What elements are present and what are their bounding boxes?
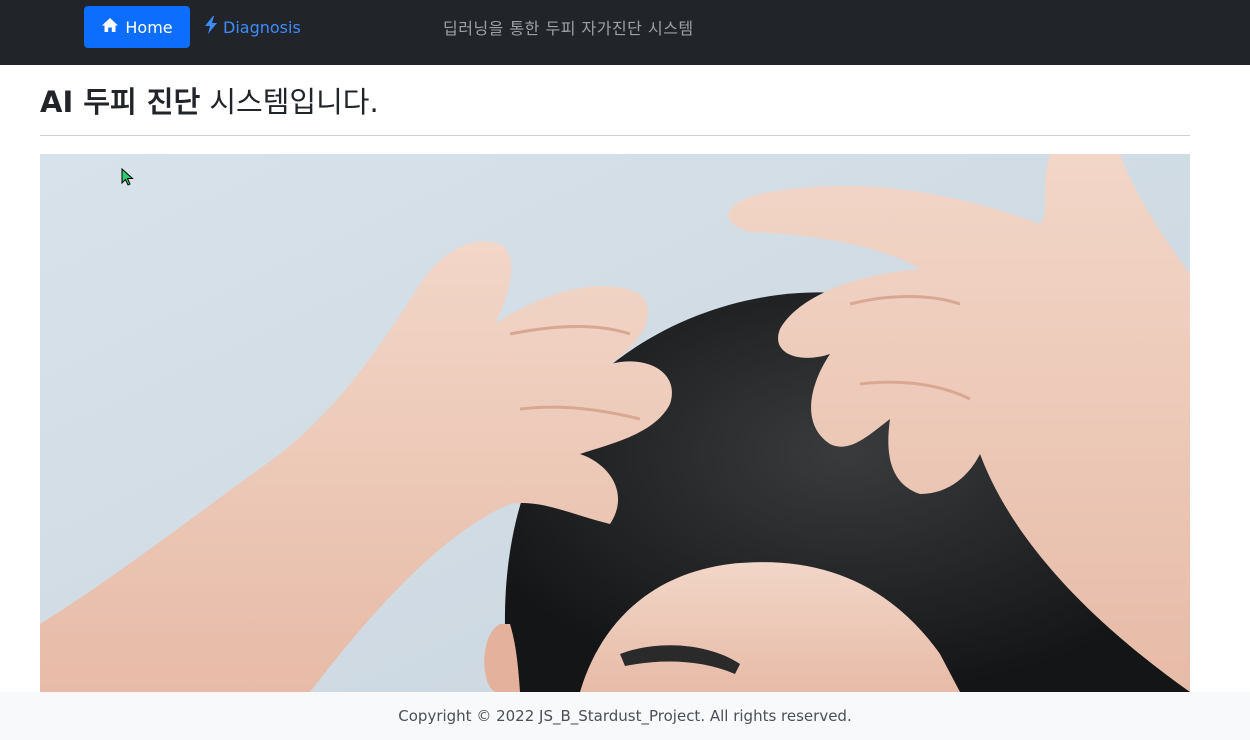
page-title-rest: 시스템입니다. (200, 85, 379, 119)
hero-image (40, 154, 1190, 692)
home-nav-label: Home (125, 17, 173, 37)
navbar-brand-text: 딥러닝을 통한 두피 자가진단 시스템 (443, 19, 694, 38)
diagnosis-nav-link[interactable]: Diagnosis (204, 6, 301, 48)
mouse-pointer-icon (121, 167, 135, 190)
footer: Copyright © 2022 JS_B_Stardust_Project. … (0, 692, 1250, 740)
page-title-bold: AI 두피 진단 (40, 85, 201, 119)
lightning-icon (204, 16, 218, 38)
title-divider (40, 135, 1190, 136)
top-navbar: Home Diagnosis 딥러닝을 통한 두피 자가진단 시스템 (0, 0, 1250, 65)
copyright-text: Copyright © 2022 JS_B_Stardust_Project. … (398, 707, 852, 725)
home-nav-button[interactable]: Home (84, 6, 190, 48)
house-icon (101, 17, 119, 37)
diagnosis-nav-label: Diagnosis (223, 17, 301, 37)
page-title: AI 두피 진단 시스템입니다. (40, 82, 379, 122)
